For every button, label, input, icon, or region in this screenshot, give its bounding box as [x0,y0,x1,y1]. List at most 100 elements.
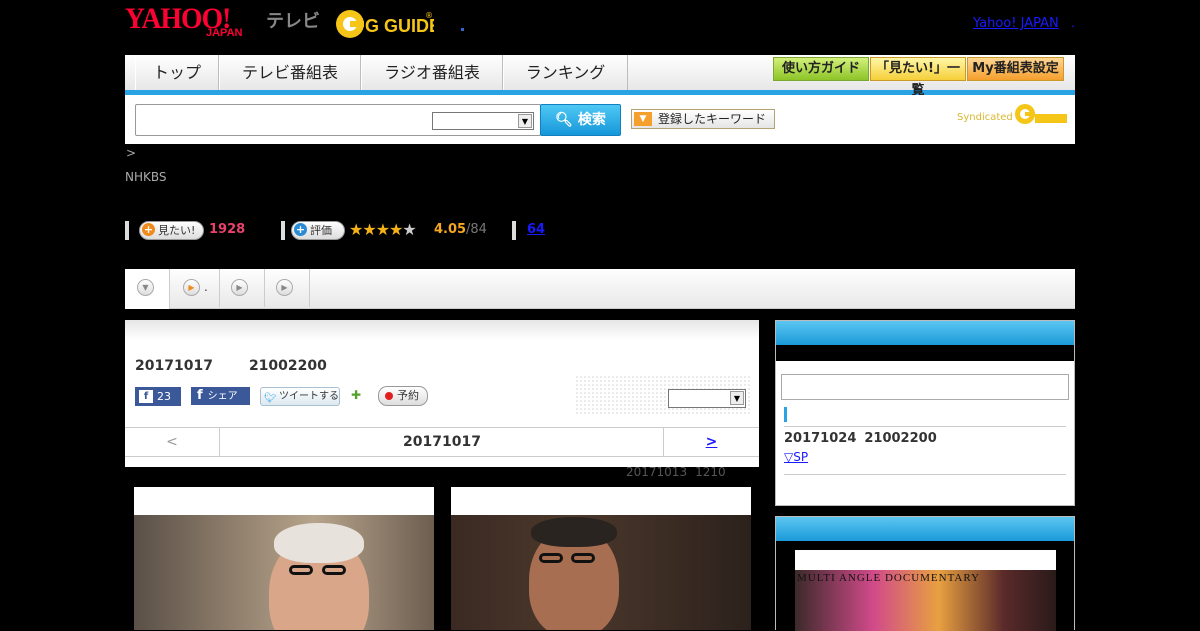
dropdown-arrow-icon: ▼ [634,112,652,126]
program-datetime: 20171017 21002200 [135,358,327,374]
facebook-share-label: シェア [207,391,238,402]
yahoo-japan-link[interactable]: Yahoo! JAPAN [973,16,1059,31]
sidebar-ad: MULTI ANGLE DOCUMENTARY [775,516,1075,631]
search-bar: ▼ 🔍︎ 検索 ▼ 登録したキーワード Syndicated [125,95,1075,144]
gguide-logo-text: G GUIDE [365,16,434,36]
divider [784,474,1066,475]
sidebar-header [776,517,1074,541]
updated-time: 1210 [695,465,726,479]
record-icon [385,392,393,400]
nav-item-top[interactable]: トップ [135,55,219,90]
sidebar-time: 21002200 [864,431,937,446]
review-count-link[interactable]: 64 [527,222,545,237]
twitter-icon: 🐦︎ [264,393,277,404]
reserve-button[interactable]: 予約 [378,386,428,406]
panel-header [125,320,759,340]
star-icon: ★ [375,220,390,239]
facebook-count: 23 [157,390,171,403]
divider [784,426,1066,427]
play-icon: ▶ [183,279,200,296]
syndicated-label: Syndicated [957,112,1013,123]
reserve-label: 予約 [397,389,419,402]
rating-value: 4.05 [434,222,467,237]
glasses-left [539,553,563,563]
chevron-down-icon: ▼ [518,114,532,128]
want-button[interactable]: + 見たい! [139,221,204,240]
registered-keyword-button[interactable]: ▼ 登録したキーワード [631,109,775,129]
tab-4[interactable]: ▶ [265,269,310,307]
nav-item-tv-schedule[interactable]: テレビ番組表 [219,55,361,90]
main-nav: トップ テレビ番組表 ラジオ番組表 ランキング 使い方ガイド 「見たい!」一覧 … [125,55,1075,98]
stat-divider [281,221,285,240]
sidebar-input[interactable] [781,374,1069,400]
gguide-small-logo [1015,104,1067,124]
registered-keyword-label: 登録したキーワード [658,112,767,126]
sidebar-datetime: 20171024 21002200 [784,431,937,446]
my-schedule-button[interactable]: My番組表設定 [967,57,1064,81]
sidebar-program-link[interactable]: ▽SP [784,450,808,464]
rating-stars: ★★★★★ [349,220,417,239]
prev-date-button[interactable]: < [125,428,220,456]
play-icon: ▶ [276,279,293,296]
next-date-button[interactable]: > [663,428,759,456]
want-button-label: 見たい! [158,224,196,237]
glasses-left [289,565,313,575]
guide-button[interactable]: 使い方ガイド [773,57,869,81]
add-calendar-icon[interactable]: ✚ [351,388,367,404]
chevron-down-icon: ▼ [730,391,744,405]
facebook-count-button[interactable]: f 23 [135,387,181,406]
rate-button[interactable]: + 評価 [291,221,345,240]
search-button[interactable]: 🔍︎ 検索 [540,104,621,136]
nav-item-ranking[interactable]: ランキング [503,55,628,90]
search-button-label: 検索 [577,112,606,128]
gguide-logo[interactable]: G GUIDE ® [334,8,434,40]
program-photo-1[interactable] [134,487,434,630]
facebook-share-button[interactable]: f シェア [191,387,250,405]
photo-image [451,515,751,630]
sidebar-header [776,321,1074,345]
tab-2[interactable]: ▶ [170,269,220,307]
sidebar-subheader [776,345,1074,361]
search-category-select[interactable]: ▼ [432,112,534,130]
facebook-icon: f [139,390,153,403]
tv-label[interactable]: テレビ [266,7,320,33]
stat-divider [512,221,516,240]
date-pager: < 20171017 > [125,427,759,457]
sidebar-schedule: 20171024 21002200 ▽SP [775,320,1075,506]
breadcrumb[interactable]: > [126,146,136,160]
photo-image [134,515,434,630]
pager-date: 20171017 [403,434,481,450]
blue-dot [461,28,464,31]
japan-logo: JAPAN [206,27,243,39]
channel-name: NHKBS [125,170,167,184]
program-panel: 20171017 21002200 f 23 f シェア 🐦︎ ツイートする ✚ 予約… [125,320,759,467]
facebook-icon: f [197,388,203,403]
program-time: 21002200 [248,358,327,374]
plus-icon: + [142,223,155,236]
svg-text:®: ® [425,11,433,20]
ad-banner-top [795,550,1056,570]
rating-count: /84 [466,222,487,237]
top-link-suffix: . [1071,16,1075,30]
tab-2-label: . [204,280,208,294]
glasses-right [322,565,346,575]
updated-date: 20171013 [626,465,688,479]
tab-overview[interactable]: ▼ [125,269,170,309]
glasses-right [571,553,595,563]
star-icon: ★ [349,220,363,239]
want-count: 1928 [209,222,246,237]
nav-item-radio-schedule[interactable]: ラジオ番組表 [361,55,503,90]
tweet-button[interactable]: 🐦︎ ツイートする [260,387,340,406]
panel-select[interactable]: ▼ [668,389,746,408]
want-list-button[interactable]: 「見たい!」一覧 [870,57,966,98]
person-hair [531,517,617,547]
star-icon: ★ [362,220,376,239]
sidebar-marker [784,407,787,422]
tab-3[interactable]: ▶ [220,269,265,307]
program-photo-2[interactable] [451,487,751,630]
ad-banner[interactable]: MULTI ANGLE DOCUMENTARY [795,550,1056,631]
star-icon: ★ [402,220,416,239]
updated-timestamp: 20171013 1210 [626,465,726,479]
person-hair [274,523,364,563]
ad-title: MULTI ANGLE DOCUMENTARY [797,572,981,584]
